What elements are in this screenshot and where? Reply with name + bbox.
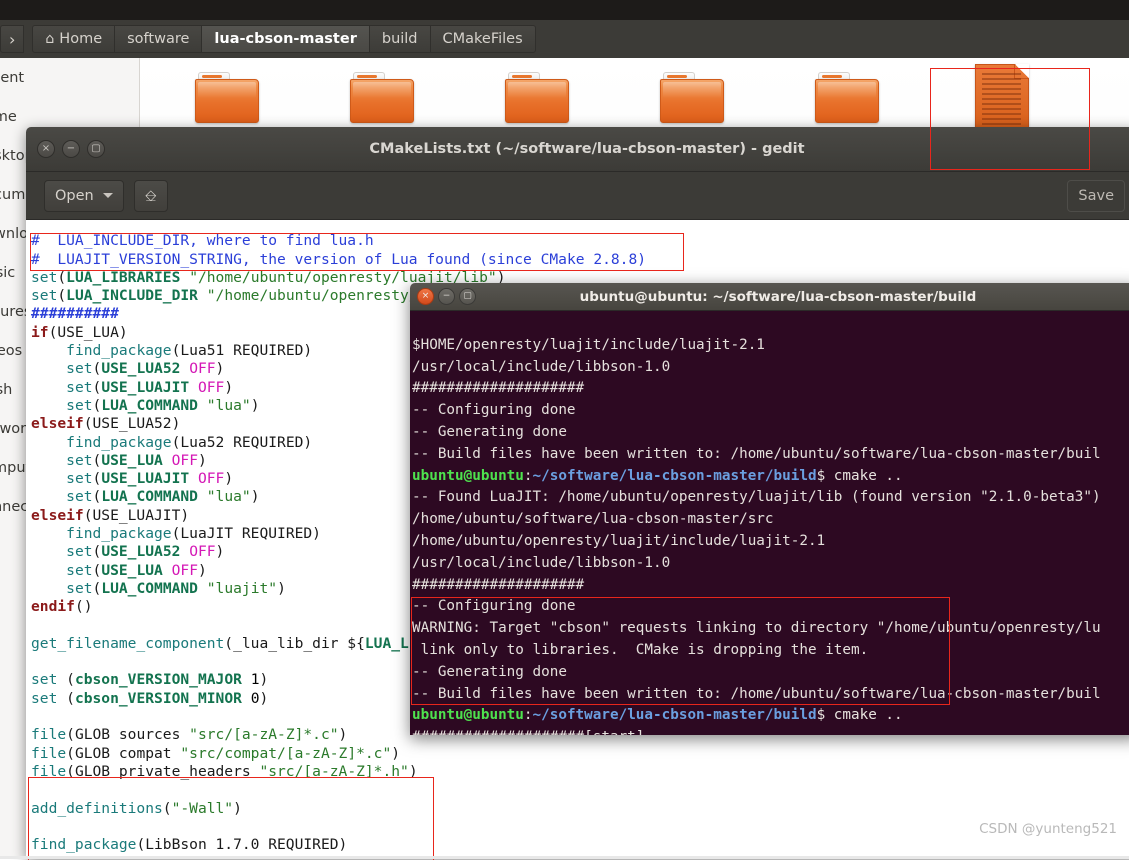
terminal-line: -- Generating done [412, 423, 567, 440]
terminal-line: /usr/local/include/libbson-1.0 [412, 554, 671, 571]
breadcrumb-forward-button[interactable]: › [0, 25, 25, 53]
code-line: # LUAJIT_VERSION_STRING, the version of … [31, 250, 647, 268]
breadcrumb-item-software[interactable]: software [114, 25, 203, 53]
terminal-window: × − ▢ ubuntu@ubuntu: ~/software/lua-cbso… [410, 283, 1129, 735]
minimize-icon[interactable]: − [438, 288, 455, 305]
gedit-titlebar: × − ▢ CMakeLists.txt (~/software/lua-cbs… [26, 127, 1129, 172]
terminal-line: /home/ubuntu/openresty/luajit/include/lu… [412, 532, 826, 549]
terminal-user: ubuntu@ubuntu [412, 467, 524, 484]
folder-icon [505, 72, 569, 123]
gedit-toolbar: Open ⎒ Save [26, 172, 1129, 220]
close-icon[interactable]: × [417, 288, 434, 305]
terminal-command: cmake .. [825, 467, 903, 484]
terminal-line: -- Build files have been written to: /ho… [412, 445, 1101, 462]
folder-icon [350, 72, 414, 123]
open-button-label: Open [55, 187, 94, 204]
code-line: find_package(LibBson 1.7.0 REQUIRED) [31, 836, 348, 854]
folder-icon [195, 72, 259, 123]
folder-icon [660, 72, 724, 123]
terminal-output-area[interactable]: $HOME/openresty/luajit/include/luajit-2.… [410, 311, 1129, 735]
new-tab-button[interactable]: ⎒ [133, 179, 168, 212]
terminal-line: link only to libraries. CMake is droppin… [412, 641, 869, 658]
terminal-line: -- Generating done [412, 663, 567, 680]
code-line: file(GLOB compat "src/compat/[a-zA-Z]*.c… [31, 744, 401, 762]
home-icon: ⌂ [45, 31, 55, 47]
terminal-text: $HOME/openresty/luajit/include/luajit-2.… [412, 313, 1129, 735]
terminal-line: /usr/local/include/libbson-1.0 [412, 358, 671, 375]
open-button[interactable]: Open [44, 179, 124, 212]
breadcrumb-item-cmakefiles[interactable]: CMakeFiles [429, 25, 536, 53]
terminal-line: #################### [412, 576, 585, 593]
terminal-line: /home/ubuntu/software/lua-cbson-master/s… [412, 511, 774, 528]
terminal-prompt-line: ubuntu@ubuntu:~/software/lua-cbson-maste… [412, 467, 903, 484]
terminal-window-title: ubuntu@ubuntu: ~/software/lua-cbson-mast… [579, 288, 977, 305]
watermark: CSDN @yunteng521 [979, 821, 1117, 837]
terminal-line: ####################[start] [412, 727, 1129, 735]
window-top-strip [0, 0, 1129, 20]
minimize-icon[interactable]: − [62, 140, 80, 158]
sidebar-item-recent[interactable]: Recent [0, 58, 139, 97]
code-line: add_definitions("-Wall") [31, 799, 242, 817]
breadcrumb-item-home[interactable]: ⌂ Home [32, 25, 116, 53]
maximize-icon[interactable]: ▢ [87, 140, 105, 158]
terminal-line: WARNING: Target "cbson" requests linking… [412, 620, 1101, 637]
maximize-icon[interactable]: ▢ [459, 288, 476, 305]
terminal-line: -- Configuring done [412, 598, 576, 615]
save-button[interactable]: Save [1067, 179, 1125, 212]
code-line: file(GLOB private_headers "src/[a-zA-Z]*… [31, 762, 418, 780]
terminal-command: cmake .. [825, 707, 903, 724]
new-tab-icon: ⎒ [144, 186, 157, 205]
terminal-line: #################### [412, 380, 585, 397]
gedit-window-title: CMakeLists.txt (~/software/lua-cbson-mas… [369, 141, 805, 157]
terminal-line: -- Configuring done [412, 402, 576, 419]
code-line: # LUA_INCLUDE_DIR, where to find lua.h [31, 232, 374, 250]
terminal-line: -- Build files have been written to: /ho… [412, 685, 1101, 702]
breadcrumb: › ⌂ Home software lua-cbson-master build… [0, 20, 1129, 59]
close-icon[interactable]: × [37, 140, 55, 158]
terminal-titlebar: × − ▢ ubuntu@ubuntu: ~/software/lua-cbso… [410, 283, 1129, 311]
terminal-prompt-line: ubuntu@ubuntu:~/software/lua-cbson-maste… [412, 707, 903, 724]
folder-icon [815, 72, 879, 123]
terminal-line: -- Found LuaJIT: /home/ubuntu/openresty/… [412, 489, 1101, 506]
breadcrumb-item-build[interactable]: build [368, 25, 431, 53]
document-icon [975, 64, 1029, 130]
terminal-user: ubuntu@ubuntu [412, 707, 524, 724]
terminal-cwd: ~/software/lua-cbson-master/build [532, 707, 817, 724]
breadcrumb-item-home-label: Home [59, 31, 103, 47]
terminal-cwd: ~/software/lua-cbson-master/build [532, 467, 817, 484]
terminal-line: $HOME/openresty/luajit/include/luajit-2.… [412, 336, 765, 353]
breadcrumb-item-lua-cbson-master[interactable]: lua-cbson-master [201, 25, 370, 53]
chevron-down-icon [102, 193, 113, 198]
